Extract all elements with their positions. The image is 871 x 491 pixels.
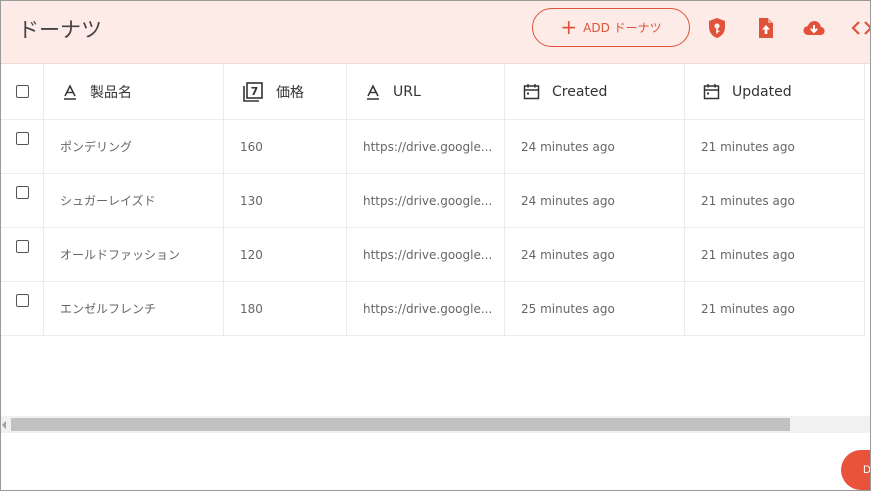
cell-price[interactable]: 120 <box>224 228 347 281</box>
table-header-row: 製品名 7 価格 URL Created Updated <box>1 64 865 120</box>
column-header-label: 製品名 <box>90 84 132 101</box>
table-row[interactable]: エンゼルフレンチ 180 https://drive.google... 25 … <box>1 282 865 336</box>
column-header-label: Created <box>552 83 608 100</box>
cell-created: 24 minutes ago <box>505 120 685 173</box>
column-header-created[interactable]: Created <box>505 64 685 119</box>
calendar-icon <box>703 83 720 100</box>
fab-label: D <box>863 464 871 476</box>
cell-name[interactable]: オールドファッション <box>44 228 224 281</box>
cell-updated: 21 minutes ago <box>685 282 865 335</box>
table-row[interactable]: ポンデリング 160 https://drive.google... 24 mi… <box>1 120 865 174</box>
select-all-cell <box>1 64 44 119</box>
calendar-icon <box>523 83 540 100</box>
cell-url[interactable]: https://drive.google... <box>347 174 505 227</box>
row-select-cell <box>1 282 44 335</box>
cell-created: 24 minutes ago <box>505 228 685 281</box>
column-header-label: 価格 <box>276 84 304 101</box>
add-record-label: ADD ドーナツ <box>583 21 662 35</box>
column-header-updated[interactable]: Updated <box>685 64 865 119</box>
cell-price[interactable]: 160 <box>224 120 347 173</box>
records-table: 製品名 7 価格 URL Created Updated ポンデリング 160 … <box>1 64 865 336</box>
cell-name[interactable]: シュガーレイズド <box>44 174 224 227</box>
cell-price[interactable]: 130 <box>224 174 347 227</box>
plus-icon: + <box>560 14 578 39</box>
scrollbar-thumb[interactable] <box>11 418 790 431</box>
cell-name[interactable]: エンゼルフレンチ <box>44 282 224 335</box>
file-upload-icon[interactable] <box>753 15 779 41</box>
add-record-button[interactable]: + ADD ドーナツ <box>532 8 690 47</box>
cell-name[interactable]: ポンデリング <box>44 120 224 173</box>
row-select-cell <box>1 120 44 173</box>
row-checkbox[interactable] <box>15 239 29 253</box>
row-checkbox[interactable] <box>15 185 29 199</box>
column-header-label: Updated <box>732 83 792 100</box>
number-type-glyph: 7 <box>251 85 259 98</box>
key-shield-icon[interactable] <box>704 15 730 41</box>
app-window: ドーナツ + ADD ドーナツ 製品名 7 価格 URL Created Upd… <box>0 0 871 491</box>
cell-url[interactable]: https://drive.google... <box>347 228 505 281</box>
column-header-url[interactable]: URL <box>347 64 505 119</box>
column-header-label: URL <box>393 83 421 100</box>
cloud-download-icon[interactable] <box>801 15 827 41</box>
scroll-left-arrow-icon[interactable] <box>2 421 6 429</box>
code-icon[interactable] <box>849 15 870 41</box>
page-title: ドーナツ <box>18 18 102 42</box>
column-header-name[interactable]: 製品名 <box>44 64 224 119</box>
column-header-price[interactable]: 7 価格 <box>224 64 347 119</box>
number-type-icon: 7 <box>242 81 264 103</box>
cell-updated: 21 minutes ago <box>685 174 865 227</box>
cell-created: 25 minutes ago <box>505 282 685 335</box>
page-header: ドーナツ + ADD ドーナツ <box>1 1 870 64</box>
row-checkbox[interactable] <box>15 131 29 145</box>
cell-price[interactable]: 180 <box>224 282 347 335</box>
floating-action-button[interactable]: D <box>841 450 871 490</box>
cell-created: 24 minutes ago <box>505 174 685 227</box>
select-all-checkbox[interactable] <box>15 85 29 98</box>
table-row[interactable]: シュガーレイズド 130 https://drive.google... 24 … <box>1 174 865 228</box>
row-select-cell <box>1 228 44 281</box>
table-row[interactable]: オールドファッション 120 https://drive.google... 2… <box>1 228 865 282</box>
cell-updated: 21 minutes ago <box>685 228 865 281</box>
cell-url[interactable]: https://drive.google... <box>347 282 505 335</box>
text-type-icon <box>365 83 381 100</box>
cell-updated: 21 minutes ago <box>685 120 865 173</box>
row-select-cell <box>1 174 44 227</box>
text-type-icon <box>62 83 78 100</box>
row-checkbox[interactable] <box>15 293 29 307</box>
horizontal-scrollbar[interactable] <box>1 416 870 433</box>
cell-url[interactable]: https://drive.google... <box>347 120 505 173</box>
